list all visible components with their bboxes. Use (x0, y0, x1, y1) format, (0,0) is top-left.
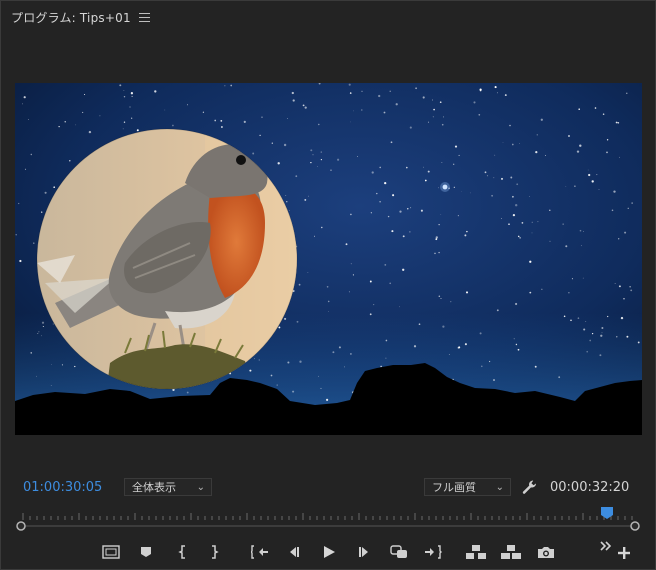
settings-wrench-icon[interactable] (520, 478, 538, 496)
go-to-out-icon[interactable] (422, 541, 444, 563)
step-back-icon[interactable] (283, 541, 305, 563)
playhead-scrubber[interactable] (15, 505, 643, 533)
safe-margins-icon[interactable] (100, 541, 122, 563)
panel-title[interactable]: プログラム: Tips+01 (11, 9, 131, 26)
playback-resolution-dropdown[interactable]: フル画質 ⌄ (424, 478, 511, 496)
transport-controls (1, 539, 655, 565)
video-frame-image (15, 83, 642, 435)
step-forward-icon[interactable] (353, 541, 375, 563)
go-to-in-icon[interactable] (249, 541, 271, 563)
zoom-level-label: 全体表示 (132, 481, 176, 494)
zoom-handle-left[interactable] (16, 521, 26, 531)
time-controls-bar: 01:00:30:05 全体表示 ⌄ フル画質 ⌄ 00:00:32:20 (1, 477, 655, 499)
export-frame-icon[interactable] (535, 541, 557, 563)
zoom-handle-right[interactable] (630, 521, 640, 531)
playhead-timecode[interactable]: 01:00:30:05 (23, 480, 102, 495)
add-marker-icon[interactable] (135, 541, 157, 563)
play-icon[interactable] (318, 541, 340, 563)
lift-icon[interactable] (465, 541, 487, 563)
playback-resolution-label: フル画質 (432, 481, 476, 494)
loop-icon[interactable] (388, 541, 410, 563)
mark-in-icon[interactable] (172, 541, 194, 563)
hamburger-menu-icon[interactable] (138, 12, 150, 22)
button-editor-icon[interactable] (613, 542, 635, 564)
program-video-frame[interactable] (15, 83, 642, 435)
mark-out-icon[interactable] (203, 541, 225, 563)
program-monitor-panel: プログラム: Tips+01 01:00:30:05 全体表示 ⌄ フル画質 ⌄… (0, 0, 656, 570)
panel-header: プログラム: Tips+01 (1, 1, 655, 33)
extract-icon[interactable] (500, 541, 522, 563)
chevron-down-icon: ⌄ (196, 482, 205, 493)
sequence-duration-timecode: 00:00:32:20 (550, 480, 630, 495)
zoom-level-dropdown[interactable]: 全体表示 ⌄ (124, 478, 212, 496)
chevron-down-icon: ⌄ (495, 482, 504, 493)
